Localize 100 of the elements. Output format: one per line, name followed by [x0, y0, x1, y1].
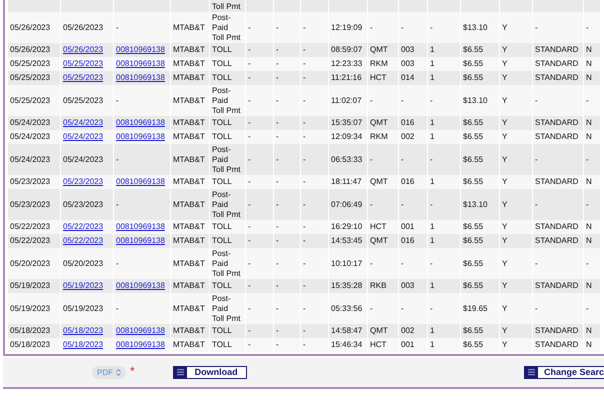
table-cell: 16:29:10 [331, 222, 362, 231]
table-cell: MTAB&T [173, 222, 205, 231]
table-cell: RKB [370, 281, 386, 290]
table-cell: MTAB&T [173, 73, 205, 82]
table-cell: - [535, 258, 538, 268]
table-cell: 06:53:33 [331, 154, 362, 164]
table-cell: 14:58:47 [331, 326, 362, 335]
table-cell: - [116, 154, 119, 164]
table-cell: N [586, 340, 592, 349]
table-cell: 1 [430, 177, 434, 186]
table-cell: - [276, 304, 279, 312]
table-cell: - [430, 304, 433, 312]
table-cell: - [303, 96, 306, 104]
table-cell: - [276, 154, 279, 164]
table-cell: - [370, 200, 373, 208]
table-cell: 05/25/2023 [10, 96, 50, 104]
table-cell: MTAB&T [173, 281, 205, 290]
table-cell: 08:59:07 [331, 45, 362, 54]
table-cell: - [248, 222, 251, 231]
table-cell: - [248, 281, 251, 290]
table-cell: $6.55 [463, 340, 484, 349]
table-cell: N [586, 132, 592, 141]
download-button[interactable]: Download [172, 366, 247, 379]
table-cell: TOLL [212, 59, 232, 68]
table-cell: 05/25/2023 [10, 59, 50, 68]
table-cell: STANDARD [535, 177, 578, 186]
table-cell: 05/24/2023 [63, 154, 104, 164]
table-cell: - [303, 340, 306, 349]
table-cell: - [276, 132, 279, 141]
table-cell: 18:11:47 [331, 177, 362, 186]
table-cell: 001 [401, 222, 414, 231]
table-cell: - [248, 236, 251, 245]
table-cell: 1 [430, 118, 434, 127]
table-cell: - [116, 22, 119, 32]
table-cell: - [276, 59, 279, 68]
table-cell: - [276, 281, 279, 290]
table-cell: Y [502, 200, 508, 208]
table-cell: Post-Paid Toll Pmt [212, 248, 240, 278]
table-cell: 15:46:34 [331, 340, 362, 349]
table-cell: 05/26/2023 [63, 22, 104, 32]
table-cell: 05/25/2023 [10, 73, 50, 82]
table-cell: - [370, 258, 373, 268]
table-cell: - [303, 45, 306, 54]
table-cell: - [303, 154, 306, 164]
table-cell: TOLL [212, 118, 232, 127]
table-cell: - [248, 258, 251, 268]
table-cell: 05/20/2023 [10, 258, 50, 268]
table-cell: 05/26/2023 [10, 45, 50, 54]
table-cell: STANDARD [535, 236, 578, 245]
table-cell: MTAB&T [173, 304, 205, 312]
table-cell: MTAB&T [173, 236, 205, 245]
table-cell: 1 [430, 281, 434, 290]
table-cell: MTAB&T [173, 154, 205, 164]
table-cell: - [401, 258, 404, 268]
table-cell: - [248, 154, 251, 164]
table-cell: 002 [401, 132, 414, 141]
table-cell: - [401, 22, 404, 32]
table-cell: - [248, 326, 251, 335]
table-cell: - [303, 326, 306, 335]
required-mark: * [130, 364, 135, 378]
table-cell: 014 [401, 73, 414, 82]
table-cell: - [586, 304, 589, 312]
table-cell: HCT [370, 222, 386, 231]
table-cell: 1 [430, 59, 434, 68]
table-cell: QMT [370, 177, 388, 186]
table-cell: - [276, 73, 279, 82]
table-cell: HCT [370, 73, 386, 82]
change-search-button[interactable]: Change Searc [524, 366, 604, 379]
table-cell: - [248, 59, 251, 68]
table-cell: 05/18/2023 [10, 326, 50, 335]
table-cell: STANDARD [535, 73, 578, 82]
table-cell: - [535, 96, 538, 104]
table-cell: - [401, 96, 404, 104]
table-cell: Post-Paid Toll Pmt [212, 12, 240, 42]
table-cell: TOLL [212, 326, 232, 335]
table-cell: 1 [430, 340, 434, 349]
table-cell: - [586, 200, 589, 208]
table-cell: MTAB&T [173, 258, 205, 268]
table-cell: TOLL [212, 177, 232, 186]
table-cell: $6.55 [463, 222, 484, 231]
table-cell: 12:23:33 [331, 59, 362, 68]
table-cell: 07:06:49 [331, 200, 362, 208]
table-cell: - [535, 22, 538, 32]
table-cell: - [276, 340, 279, 349]
table-cell: TOLL [212, 73, 232, 82]
table-cell: - [535, 200, 538, 208]
table-cell: $13.10 [463, 96, 488, 104]
table-cell: STANDARD [535, 59, 578, 68]
table-cell: - [303, 59, 306, 68]
table-cell: - [430, 258, 433, 268]
table-cell: 05/24/2023 [10, 118, 50, 127]
table-cell: - [276, 22, 279, 32]
table-cell: STANDARD [535, 132, 578, 141]
table-cell: N [586, 236, 592, 245]
table-cell: Y [502, 236, 508, 245]
table-cell: - [248, 118, 251, 127]
table-cell: 1 [430, 73, 434, 82]
table-cell: Y [502, 304, 508, 312]
table-cell: QMT [370, 45, 388, 54]
table-cell: - [586, 22, 589, 32]
